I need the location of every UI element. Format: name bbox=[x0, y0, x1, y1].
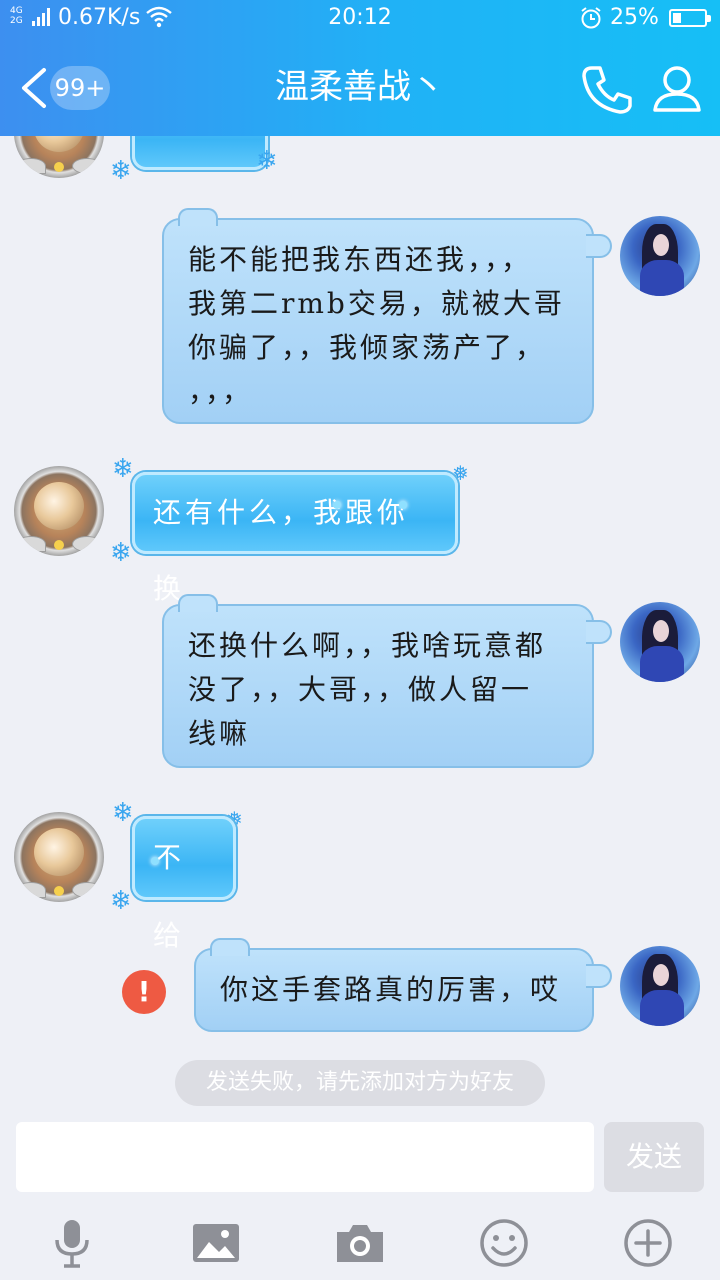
snowflake-decor-icon: ❄ bbox=[256, 146, 278, 176]
emoji-icon bbox=[480, 1219, 528, 1267]
message-bubble-other[interactable]: 不给 bbox=[132, 816, 236, 952]
message-line: 能不能把我东西还我，，， bbox=[188, 243, 533, 276]
battery-icon bbox=[669, 9, 711, 27]
message-line: 你骗了，，我倾家荡产了， bbox=[188, 331, 547, 364]
profile-button[interactable] bbox=[650, 62, 704, 116]
battery-percent: 25% bbox=[610, 5, 659, 30]
send-failed-icon[interactable]: ! bbox=[122, 970, 166, 1014]
compose-bar: 发送 bbox=[0, 1106, 720, 1206]
contact-avatar[interactable] bbox=[14, 136, 104, 178]
camera-button[interactable] bbox=[333, 1216, 387, 1270]
more-button[interactable] bbox=[621, 1216, 675, 1270]
chat-nav: 99+ 温柔善战丶 bbox=[0, 38, 720, 136]
message-line: 没了，，大哥，，做人留一 bbox=[188, 673, 533, 706]
contact-avatar[interactable] bbox=[14, 466, 104, 556]
message-line: ，，， bbox=[188, 375, 254, 408]
message-text: 还有什么，我跟你换 bbox=[153, 496, 410, 605]
message-bubble-other[interactable]: 还有什么，我跟你换 bbox=[132, 472, 458, 605]
my-avatar[interactable] bbox=[620, 602, 700, 682]
person-icon bbox=[653, 66, 701, 112]
call-button[interactable] bbox=[580, 62, 634, 116]
photo-button[interactable] bbox=[189, 1216, 243, 1270]
send-failed-notice: 发送失败，请先添加对方为好友 bbox=[175, 1060, 545, 1106]
snowflake-decor-icon: ❄ bbox=[110, 886, 132, 916]
message-bubble-self[interactable]: 你这手套路真的厉害，哎 bbox=[194, 938, 612, 1032]
microphone-icon bbox=[55, 1220, 89, 1268]
alarm-icon bbox=[581, 7, 601, 29]
message-bubble-other-partial[interactable] bbox=[132, 136, 268, 170]
my-avatar[interactable] bbox=[620, 216, 700, 296]
contact-avatar[interactable] bbox=[14, 812, 104, 902]
snowflake-decor-icon: ❄ bbox=[112, 798, 134, 828]
input-toolbar bbox=[0, 1206, 720, 1280]
my-avatar[interactable] bbox=[620, 946, 700, 1026]
back-button[interactable]: 99+ bbox=[10, 60, 114, 116]
emoji-button[interactable] bbox=[477, 1216, 531, 1270]
image-icon bbox=[193, 1224, 239, 1262]
phone-icon bbox=[582, 66, 632, 114]
camera-icon bbox=[337, 1225, 383, 1262]
message-bubble-self[interactable]: 还换什么啊，，我啥玩意都 没了，，大哥，，做人留一 线嘛 bbox=[162, 594, 612, 768]
message-bubble-self[interactable]: 能不能把我东西还我，，， 我第二rmb交易，就被大哥 你骗了，，我倾家荡产了， … bbox=[162, 208, 612, 424]
snowflake-decor-icon: ❄ bbox=[110, 538, 132, 568]
chat-title: 温柔善战丶 bbox=[275, 67, 445, 107]
message-list[interactable]: ❄ ❄ 能不能把我东西还我，，， 我第二rmb交易，就被大哥 你骗了，，我倾家荡… bbox=[0, 136, 720, 1106]
status-bar: 4G 2G 0.67K/s 20:12 25% bbox=[0, 0, 720, 38]
snowflake-decor-icon: ❄ bbox=[110, 156, 132, 186]
plus-icon bbox=[624, 1219, 672, 1267]
voice-button[interactable] bbox=[45, 1216, 99, 1270]
message-line: 线嘛 bbox=[188, 717, 251, 750]
snowflake-decor-icon: ❄ bbox=[112, 454, 134, 484]
message-line: 我第二rmb交易，就被大哥 bbox=[188, 287, 565, 320]
chevron-left-icon bbox=[22, 68, 46, 108]
send-button[interactable]: 发送 bbox=[604, 1122, 704, 1192]
unread-badge: 99+ bbox=[50, 66, 110, 110]
header-bar: 4G 2G 0.67K/s 20:12 25% 99+ 温柔善战丶 bbox=[0, 0, 720, 136]
message-line: 你这手套路真的厉害，哎 bbox=[220, 973, 562, 1006]
message-line: 还换什么啊，，我啥玩意都 bbox=[188, 629, 547, 662]
message-input[interactable] bbox=[16, 1122, 594, 1192]
